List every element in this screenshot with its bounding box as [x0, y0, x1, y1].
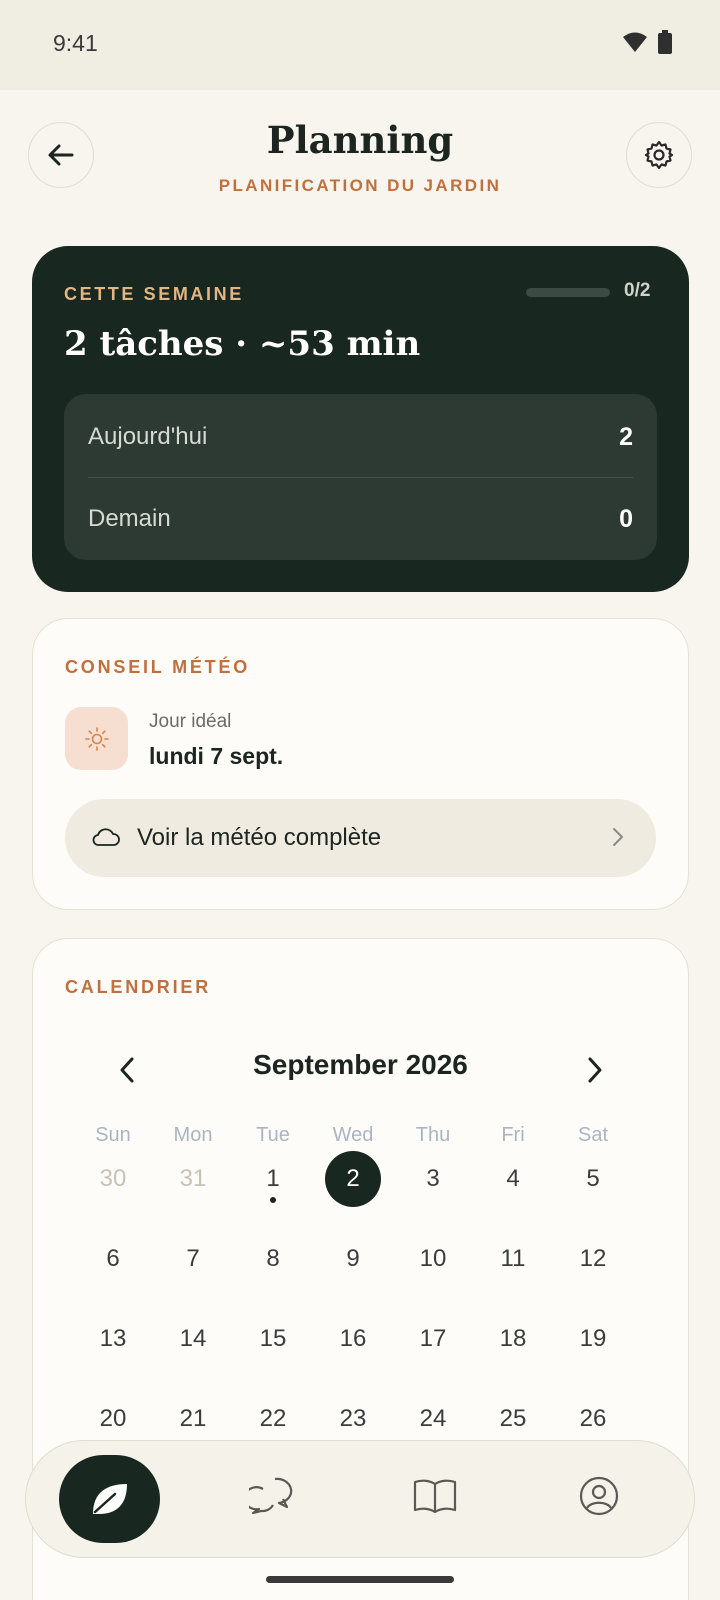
calendar-day[interactable]: 31	[165, 1151, 221, 1207]
week-progress-bar	[526, 288, 610, 297]
calendar-day[interactable]: 25	[485, 1391, 541, 1447]
week-row-value: 0	[619, 504, 633, 533]
leaf-icon	[92, 1484, 127, 1514]
status-bar: 9:41	[0, 0, 720, 90]
calendar-day[interactable]: 16	[325, 1311, 381, 1367]
week-row-today: Aujourd'hui 2	[88, 396, 633, 478]
page-subtitle: PLANIFICATION DU JARDIN	[218, 176, 502, 195]
calendar-day[interactable]: 4	[485, 1151, 541, 1207]
nav-item-chat[interactable]	[246, 1471, 296, 1521]
ideal-day-label: Jour idéal	[149, 711, 232, 732]
chevron-right-icon	[613, 828, 623, 846]
full-weather-label: Voir la météo complète	[137, 824, 382, 851]
calendar-day[interactable]: 24	[405, 1391, 461, 1447]
calendar-day[interactable]: 21	[165, 1391, 221, 1447]
calendar-day[interactable]: 22	[245, 1391, 301, 1447]
week-summary-text: 2 tâches · ~53 min	[64, 324, 421, 364]
battery-icon	[658, 30, 672, 54]
calendar-day[interactable]: 23	[325, 1391, 381, 1447]
next-month-button[interactable]	[579, 1053, 609, 1087]
status-time: 9:41	[53, 30, 98, 56]
week-label: CETTE SEMAINE	[64, 284, 244, 304]
settings-button[interactable]	[626, 122, 692, 188]
weather-card: CONSEIL MÉTÉO Jour idéal lundi 7 sept. V…	[32, 618, 689, 910]
task-dot	[270, 1197, 276, 1203]
weather-label: CONSEIL MÉTÉO	[65, 657, 251, 677]
profile-icon	[579, 1476, 619, 1516]
calendar-day[interactable]: 8	[245, 1231, 301, 1287]
calendar-day[interactable]: 17	[405, 1311, 461, 1367]
calendar-day[interactable]: 26	[565, 1391, 621, 1447]
weekday-label: Sat	[577, 1124, 609, 1146]
week-row-label: Aujourd'hui	[88, 423, 208, 450]
calendar-day[interactable]: 9	[325, 1231, 381, 1287]
calendar-day[interactable]: 7	[165, 1231, 221, 1287]
weekday-label: Thu	[415, 1124, 451, 1146]
nav-item-profile[interactable]	[574, 1471, 624, 1521]
week-breakdown: Aujourd'hui 2 Demain 0	[64, 394, 657, 560]
calendar-day[interactable]: 3	[405, 1151, 461, 1207]
cloud-icon	[92, 828, 120, 846]
full-weather-button[interactable]: Voir la météo complète	[65, 799, 656, 877]
calendar-day[interactable]: 6	[85, 1231, 141, 1287]
gear-icon	[644, 140, 674, 170]
status-icons	[622, 30, 672, 54]
calendar-day[interactable]: 10	[405, 1231, 461, 1287]
calendar-day[interactable]: 20	[85, 1391, 141, 1447]
week-row-value: 2	[619, 422, 633, 451]
weekday-label: Tue	[256, 1124, 290, 1146]
chat-icon	[249, 1477, 293, 1515]
weekday-label: Mon	[173, 1124, 213, 1146]
nav-item-garden[interactable]	[59, 1455, 160, 1543]
weekday-label: Fri	[501, 1124, 525, 1146]
bottom-nav	[25, 1440, 695, 1558]
calendar-day[interactable]: 30	[85, 1151, 141, 1207]
calendar-day[interactable]: 18	[485, 1311, 541, 1367]
week-row-tomorrow: Demain 0	[88, 478, 633, 560]
nav-item-guide[interactable]	[410, 1471, 460, 1521]
book-icon	[413, 1479, 457, 1514]
weekday-label: Sun	[95, 1124, 131, 1146]
week-summary-card: CETTE SEMAINE 0/2 2 tâches · ~53 min Auj…	[32, 246, 689, 592]
home-indicator	[266, 1576, 454, 1583]
calendar-day[interactable]: 14	[165, 1311, 221, 1367]
calendar-day[interactable]: 19	[565, 1311, 621, 1367]
wifi-icon	[623, 32, 647, 52]
calendar-label: CALENDRIER	[65, 977, 212, 997]
sun-icon	[84, 726, 109, 751]
calendar-day[interactable]: 5	[565, 1151, 621, 1207]
week-row-label: Demain	[88, 505, 171, 532]
calendar-day[interactable]: 12	[565, 1231, 621, 1287]
calendar-day[interactable]: 13	[85, 1311, 141, 1367]
weekday-label: Wed	[332, 1124, 374, 1146]
ideal-day-date: lundi 7 sept.	[149, 743, 284, 769]
calendar-day[interactable]: 15	[245, 1311, 301, 1367]
calendar-day[interactable]: 11	[485, 1231, 541, 1287]
page-title: Planning	[266, 118, 454, 162]
week-progress-text: 0/2	[624, 280, 651, 301]
sun-tile	[65, 707, 128, 770]
calendar-day[interactable]: 2	[325, 1151, 381, 1207]
